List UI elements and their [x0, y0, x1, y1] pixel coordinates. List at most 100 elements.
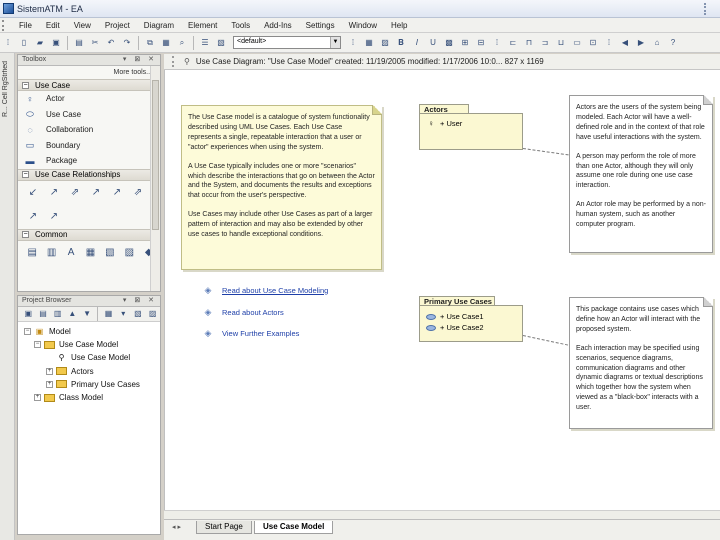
cut-icon[interactable]: ✂	[89, 37, 101, 49]
collapse-icon[interactable]: −	[34, 341, 41, 349]
generalization-icon[interactable]: ⇗	[68, 187, 82, 199]
open-folder-icon[interactable]: ▰	[34, 37, 46, 49]
print-icon[interactable]: ▤	[73, 37, 85, 49]
link-actors[interactable]: ◈ Read about Actors	[203, 307, 284, 317]
menu-tools[interactable]: Tools	[224, 21, 257, 30]
toolbar-options-icon[interactable]: ⁞	[491, 37, 503, 49]
menu-file[interactable]: File	[12, 21, 39, 30]
paste-icon[interactable]: ▦	[160, 37, 172, 49]
help-icon[interactable]: ▨	[147, 308, 158, 320]
collapse-icon[interactable]: −	[22, 171, 29, 178]
new-icon[interactable]: ▯	[18, 37, 30, 49]
align-right-icon[interactable]: ⊐	[539, 37, 551, 49]
toolbox-item-boundary[interactable]: ▭ Boundary	[18, 138, 160, 154]
collapse-icon[interactable]: −	[22, 231, 29, 238]
menu-element[interactable]: Element	[181, 21, 224, 30]
toolbar-options-icon[interactable]: ⁞	[347, 37, 359, 49]
diagram-icon[interactable]: ▧	[215, 37, 227, 49]
redo-icon[interactable]: ↷	[121, 37, 133, 49]
home-icon[interactable]: ⌂	[651, 37, 663, 49]
trace-icon[interactable]: ↗	[47, 211, 61, 223]
menu-view[interactable]: View	[67, 21, 98, 30]
grid-icon[interactable]: ▦	[363, 37, 375, 49]
size-icon[interactable]: ▭	[571, 37, 583, 49]
distribute-icon[interactable]: ⊔	[555, 37, 567, 49]
toolbar-options-icon[interactable]: ⁞	[603, 37, 615, 49]
align-icon[interactable]: ⊟	[475, 37, 487, 49]
diagram-canvas[interactable]: The Use Case model is a catalogue of sys…	[164, 70, 720, 519]
undo-icon[interactable]: ↶	[105, 37, 117, 49]
toolbox-scrollbar[interactable]	[150, 66, 160, 291]
tree-item-actors[interactable]: + Actors	[18, 365, 160, 378]
underline-icon[interactable]: U	[427, 37, 439, 49]
toolbox-item-collaboration[interactable]: ◌ Collaboration	[18, 122, 160, 138]
dependency-icon[interactable]: ↗	[26, 211, 40, 223]
menu-add-ins[interactable]: Add-Ins	[257, 21, 299, 30]
issue-icon[interactable]: ▨	[123, 247, 135, 259]
menu-window[interactable]: Window	[342, 21, 384, 30]
link-use-case-modeling[interactable]: ◈ Read about Use Case Modeling	[203, 285, 329, 295]
properties-icon[interactable]: ☰	[199, 37, 211, 49]
expand-icon[interactable]: +	[34, 394, 41, 402]
layout-icon[interactable]: ⊞	[459, 37, 471, 49]
more-tools-button[interactable]: More tools...	[18, 66, 160, 79]
toolbox-item-use-case[interactable]: ⬭ Use Case	[18, 107, 160, 123]
menu-edit[interactable]: Edit	[39, 21, 67, 30]
panel-controls[interactable]: ▾ ⊠ ✕	[123, 296, 157, 306]
new-package-icon[interactable]: ▣	[23, 308, 34, 320]
find-icon[interactable]: ⌕	[176, 37, 188, 49]
space-icon[interactable]: ⊡	[587, 37, 599, 49]
chevron-down-icon[interactable]: ▼	[330, 37, 340, 48]
bold-icon[interactable]: 𝐁	[395, 37, 407, 49]
expand-icon[interactable]: +	[46, 367, 53, 375]
options-icon[interactable]: ▦	[103, 308, 114, 320]
move-down-icon[interactable]: ▼	[82, 308, 93, 320]
tab-start-page[interactable]: Start Page	[196, 521, 252, 534]
toolbox-group-common[interactable]: − Common	[18, 228, 160, 241]
new-diagram-icon[interactable]: ▤	[38, 308, 49, 320]
use-case-model-note[interactable]: The Use Case model is a catalogue of sys…	[181, 105, 382, 270]
forward-icon[interactable]: ▶	[635, 37, 647, 49]
realize-icon[interactable]: ⇗	[131, 187, 145, 199]
menu-diagram[interactable]: Diagram	[137, 21, 181, 30]
note-icon[interactable]: ▤	[26, 247, 38, 259]
align-left-icon[interactable]: ⊏	[507, 37, 519, 49]
color-icon[interactable]: ▩	[443, 37, 455, 49]
side-strip-label[interactable]: R... Cell RgStrfied	[2, 61, 9, 117]
constraint-icon[interactable]: ▥	[45, 247, 57, 259]
toolbox-group-relationships[interactable]: − Use Case Relationships	[18, 168, 160, 181]
package-entry[interactable]: ♀ + User	[420, 118, 522, 129]
scroll-thumb[interactable]	[152, 80, 159, 230]
tree-item-primary-use-cases[interactable]: + Primary Use Cases	[18, 378, 160, 391]
expand-icon[interactable]: +	[46, 380, 53, 388]
tree-item-use-case-model[interactable]: − Use Case Model	[18, 338, 160, 351]
artifact-icon[interactable]: ▧	[104, 247, 116, 259]
copy-icon[interactable]: ⧉	[144, 37, 156, 49]
panel-controls[interactable]: ▾ ⊠ ✕	[123, 55, 157, 65]
save-icon[interactable]: ▣	[50, 37, 62, 49]
italic-icon[interactable]: 𝐼	[411, 37, 423, 49]
text-icon[interactable]: A	[65, 247, 77, 259]
move-up-icon[interactable]: ▲	[67, 308, 78, 320]
package-entry[interactable]: + Use Case1	[420, 311, 522, 322]
actors-note[interactable]: Actors are the users of the system being…	[569, 95, 713, 253]
canvas-horizontal-scrollbar[interactable]	[164, 510, 720, 519]
primary-use-cases-package[interactable]: Primary Use Cases + Use Case1 + Use Case…	[419, 296, 523, 342]
actors-package[interactable]: Actors ♀ + User	[419, 104, 523, 150]
new-element-icon[interactable]: ▥	[52, 308, 63, 320]
grip-handle[interactable]	[704, 3, 714, 15]
zoom-icon[interactable]: ▨	[379, 37, 391, 49]
association-icon[interactable]: ↙	[26, 187, 40, 199]
back-icon[interactable]: ◀	[619, 37, 631, 49]
menu-project[interactable]: Project	[98, 21, 137, 30]
package-entry[interactable]: + Use Case2	[420, 322, 522, 333]
hyperlink-icon[interactable]: ▦	[84, 247, 96, 259]
directed-association-icon[interactable]: ↗	[47, 187, 61, 199]
extend-icon[interactable]: ↗	[110, 187, 124, 199]
primary-use-cases-note[interactable]: This package contains use cases which de…	[569, 297, 713, 429]
menu-help[interactable]: Help	[384, 21, 414, 30]
help-icon[interactable]: ?	[667, 37, 679, 49]
filter-icon[interactable]: ▧	[133, 308, 144, 320]
tree-item-use-case-diagram[interactable]: ⚲ Use Case Model	[18, 351, 160, 364]
tree-item-model[interactable]: − ▣ Model	[18, 325, 160, 338]
